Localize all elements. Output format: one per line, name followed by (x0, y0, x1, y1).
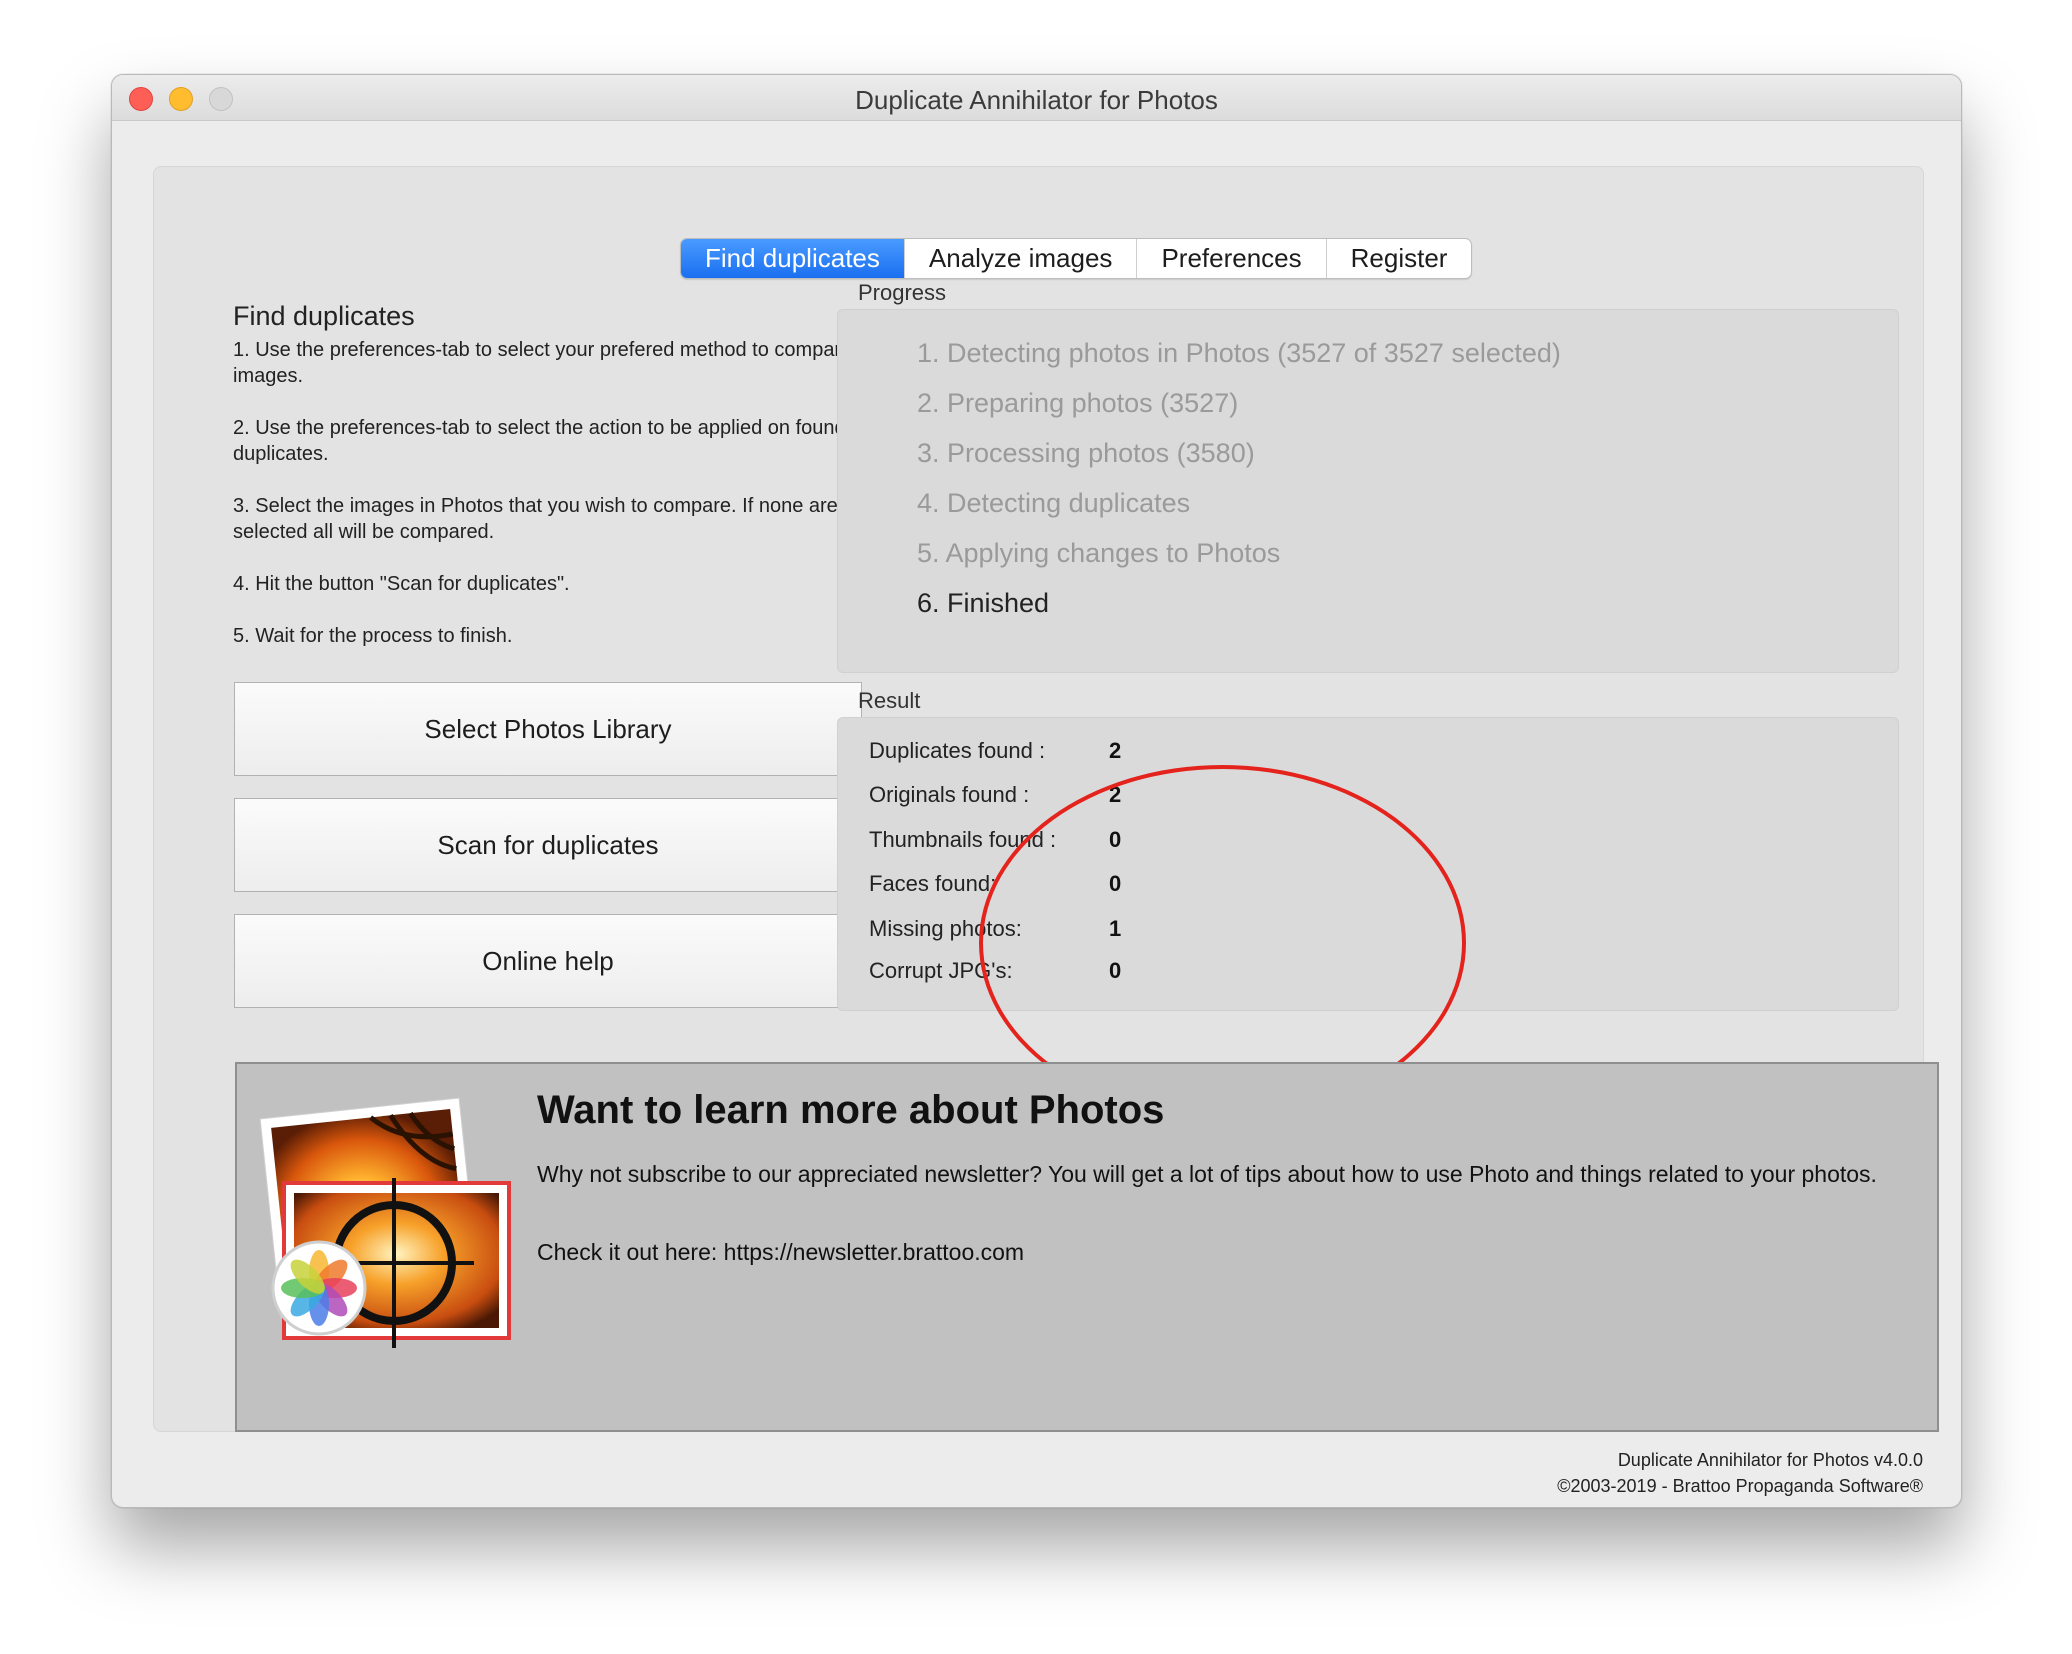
tab-bar: Find duplicates Analyze images Preferenc… (680, 238, 1473, 279)
online-help-button[interactable]: Online help (234, 914, 862, 1008)
progress-step-5: 5. Applying changes to Photos (917, 538, 1281, 568)
instruction-5: 5. Wait for the process to finish. (233, 625, 513, 647)
progress-step-6: 6. Finished (917, 588, 1050, 618)
main-panel: Find duplicates Analyze images Preferenc… (153, 166, 1939, 1432)
tab-analyze-images[interactable]: Analyze images (905, 239, 1138, 278)
tab-preferences[interactable]: Preferences (1137, 239, 1327, 278)
instruction-4: 4. Hit the button "Scan for duplicates". (233, 573, 570, 595)
app-logo-icon (259, 1097, 511, 1348)
tab-register[interactable]: Register (1327, 239, 1472, 278)
scan-for-duplicates-button[interactable]: Scan for duplicates (234, 798, 862, 892)
footer-copyright: ©2003-2019 - Brattoo Propaganda Software… (1557, 1476, 1923, 1496)
newsletter-banner: Want to learn more about Photos Why not … (235, 1062, 1939, 1432)
instruction-1: 1. Use the preferences-tab to select you… (233, 339, 853, 387)
instruction-3: 3. Select the images in Photos that you … (233, 495, 838, 543)
app-window: Duplicate Annihilator for Photos Find du… (111, 74, 1962, 1508)
duplicates-found-value: 2 (1109, 738, 1122, 763)
faces-found-label: Faces found: (869, 871, 997, 896)
progress-label: Progress (858, 280, 947, 305)
newsletter-title: Want to learn more about Photos (537, 1088, 1165, 1132)
newsletter-link[interactable]: Check it out here: https://newsletter.br… (537, 1239, 1024, 1266)
progress-step-4: 4. Detecting duplicates (917, 488, 1191, 518)
find-duplicates-heading: Find duplicates (233, 301, 415, 331)
footer-version: Duplicate Annihilator for Photos v4.0.0 (1617, 1450, 1923, 1470)
progress-step-2: 2. Preparing photos (3527) (917, 388, 1239, 418)
window-title: Duplicate Annihilator for Photos (855, 85, 1218, 115)
progress-step-3: 3. Processing photos (3580) (917, 438, 1255, 468)
duplicates-found-label: Duplicates found : (869, 738, 1046, 763)
newsletter-text: Why not subscribe to our appreciated new… (537, 1161, 1877, 1187)
progress-box: 1. Detecting photos in Photos (3527 of 3… (837, 309, 1899, 673)
instruction-2: 2. Use the preferences-tab to select the… (233, 417, 846, 465)
progress-step-1: 1. Detecting photos in Photos (3527 of 3… (917, 338, 1561, 368)
originals-found-label: Originals found : (869, 782, 1030, 807)
tab-find-duplicates[interactable]: Find duplicates (681, 239, 905, 278)
select-photos-library-button[interactable]: Select Photos Library (234, 682, 862, 776)
title-bar[interactable]: Duplicate Annihilator for Photos (112, 75, 1961, 121)
result-label: Result (858, 688, 921, 713)
